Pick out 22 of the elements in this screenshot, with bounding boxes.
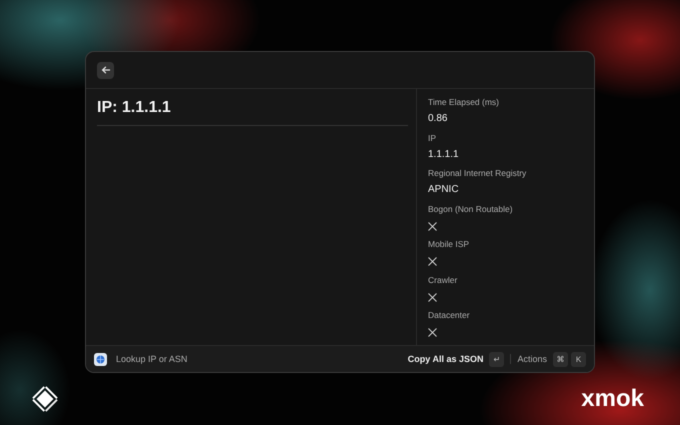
shortcut-key: K xyxy=(571,352,586,366)
detail-label: IP xyxy=(428,132,438,145)
copy-json-action[interactable]: Copy All as JSON xyxy=(408,354,484,364)
command-title: Lookup IP or ASN xyxy=(116,354,188,364)
detail-label: Bogon (Non Routable) xyxy=(428,202,514,216)
back-arrow-icon xyxy=(100,65,110,75)
logo-icon xyxy=(32,386,58,412)
shortcut-key: ⌘ xyxy=(553,352,568,366)
app-icon xyxy=(94,352,107,366)
detail-value: 1.1.1.1 xyxy=(428,148,459,160)
detail-heading: IP: 1.1.1.1 xyxy=(97,95,408,126)
detail-label: Crawler xyxy=(428,274,458,287)
shortcut-key: ↵ xyxy=(489,352,504,366)
detail-value: APNIC xyxy=(428,184,459,196)
back-button[interactable] xyxy=(97,62,114,78)
author-name: xmok xyxy=(581,385,644,413)
actions-button[interactable]: Actions xyxy=(517,354,547,364)
detail-label: Time Elapsed (ms) xyxy=(428,96,500,109)
detail-value: 0.86 xyxy=(428,113,448,124)
detail-label: Mobile ISP xyxy=(428,238,470,252)
detail-label: Datacenter xyxy=(428,309,471,322)
detail-label: Regional Internet Registry xyxy=(428,167,528,180)
